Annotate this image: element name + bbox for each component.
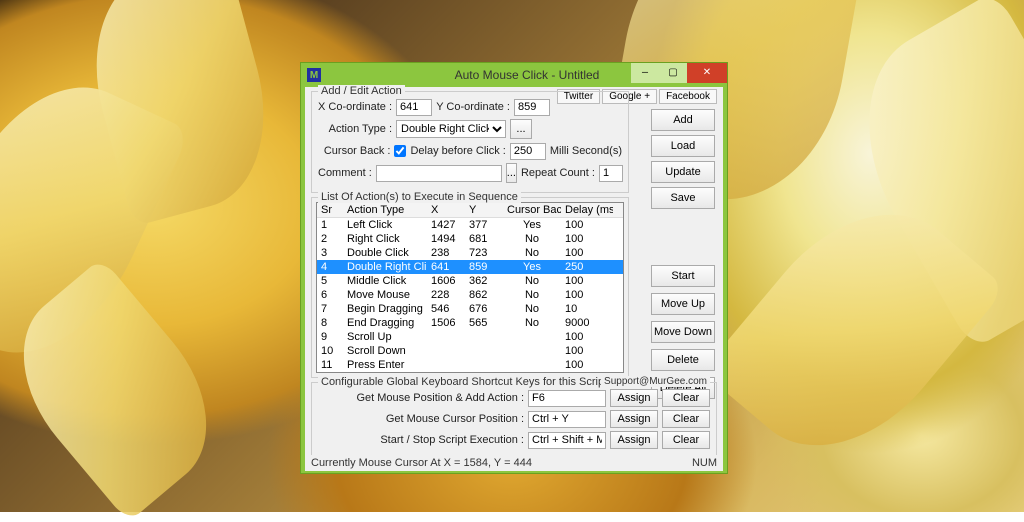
minimize-button[interactable]: — [631,63,659,83]
action-list-title: List Of Action(s) to Execute in Sequence [318,191,521,203]
comment-more-button[interactable]: ... [506,163,517,183]
clear-button-2[interactable]: Clear [662,410,710,428]
clear-button-1[interactable]: Clear [662,389,710,407]
y-coord-input[interactable] [514,99,550,116]
delay-input[interactable] [510,143,546,160]
assign-button-3[interactable]: Assign [610,431,658,449]
assign-button-2[interactable]: Assign [610,410,658,428]
table-row[interactable]: 2Right Click1494681No100 [317,232,623,246]
comment-label: Comment : [318,167,372,179]
add-edit-group: Add / Edit Action X Co-ordinate : Y Co-o… [311,91,629,193]
add-button[interactable]: Add [651,109,715,131]
action-table[interactable]: Sr Action Type X Y Cursor Back Delay (ms… [316,202,624,373]
move-down-button[interactable]: Move Down [651,321,715,343]
action-list-group: List Of Action(s) to Execute in Sequence… [311,197,629,378]
titlebar[interactable]: M Auto Mouse Click - Untitled — ▢ ✕ [301,63,727,87]
cursor-back-checkbox[interactable] [394,145,406,157]
table-row[interactable]: 11Press Enter100 [317,358,623,372]
x-coord-label: X Co-ordinate : [318,101,392,113]
delay-unit-label: Milli Second(s) [550,145,622,157]
maximize-button[interactable]: ▢ [659,63,687,83]
repeat-count-input[interactable] [599,165,623,182]
table-row[interactable]: 4Double Right Click641859Yes250 [317,260,623,274]
action-type-select[interactable]: Double Right Click [396,120,506,138]
table-row[interactable]: 9Scroll Up100 [317,330,623,344]
shortcuts-title: Configurable Global Keyboard Shortcut Ke… [318,376,610,388]
app-window: M Auto Mouse Click - Untitled — ▢ ✕ Twit… [300,62,728,474]
y-coord-label: Y Co-ordinate : [436,101,510,113]
save-button[interactable]: Save [651,187,715,209]
shortcuts-group: Configurable Global Keyboard Shortcut Ke… [311,382,717,459]
cursor-back-label: Cursor Back : [318,145,390,157]
table-row[interactable]: 1Left Click1427377Yes100 [317,218,623,232]
repeat-count-label: Repeat Count : [521,167,595,179]
table-header: Sr Action Type X Y Cursor Back Delay (ms… [317,203,623,218]
facebook-link[interactable]: Facebook [659,89,717,104]
shortcut-cursor-pos-label: Get Mouse Cursor Position : [354,413,524,425]
move-up-button[interactable]: Move Up [651,293,715,315]
shortcut-start-stop-label: Start / Stop Script Execution : [354,434,524,446]
support-email[interactable]: Support@MurGee.com [601,376,710,387]
assign-button-1[interactable]: Assign [610,389,658,407]
app-icon: M [307,68,321,82]
delay-label: Delay before Click : [410,145,505,157]
action-type-more-button[interactable]: ... [510,119,532,139]
shortcut-add-action-input[interactable] [528,390,606,407]
status-numlock: NUM [692,457,717,469]
update-button[interactable]: Update [651,161,715,183]
delete-button[interactable]: Delete [651,349,715,371]
table-row[interactable]: 10Scroll Down100 [317,344,623,358]
comment-input[interactable] [376,165,502,182]
table-row[interactable]: 3Double Click238723No100 [317,246,623,260]
table-row[interactable]: 6Move Mouse228862No100 [317,288,623,302]
table-row[interactable]: 7Begin Dragging546676No10 [317,302,623,316]
status-cursor-pos: Currently Mouse Cursor At X = 1584, Y = … [311,457,532,469]
clear-button-3[interactable]: Clear [662,431,710,449]
table-row[interactable]: 8End Dragging1506565No9000 [317,316,623,330]
load-button[interactable]: Load [651,135,715,157]
start-button[interactable]: Start [651,265,715,287]
action-type-label: Action Type : [318,123,392,135]
close-button[interactable]: ✕ [687,63,727,83]
shortcut-cursor-pos-input[interactable] [528,411,606,428]
shortcut-add-action-label: Get Mouse Position & Add Action : [354,392,524,404]
shortcut-start-stop-input[interactable] [528,432,606,449]
x-coord-input[interactable] [396,99,432,116]
client-area: Twitter Google + Facebook Add Load Updat… [305,87,723,469]
table-row[interactable]: 5Middle Click1606362No100 [317,274,623,288]
add-edit-title: Add / Edit Action [318,85,405,97]
status-bar: Currently Mouse Cursor At X = 1584, Y = … [305,455,723,471]
